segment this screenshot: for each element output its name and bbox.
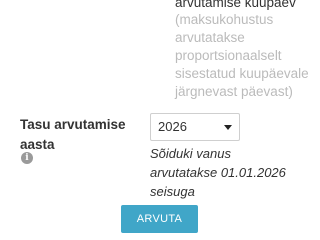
calc-date-hint-line: (maksukohustus — [175, 12, 274, 27]
vehicle-age-note-line: arvutatakse 01.01.2026 — [150, 165, 286, 180]
caret-down-icon — [224, 125, 232, 130]
calculate-button[interactable]: ARVUTA — [121, 205, 198, 233]
tax-year-selected-value: 2026 — [158, 119, 187, 134]
vehicle-age-note: Sõiduki vanus arvutatakse 01.01.2026 sei… — [150, 144, 300, 201]
calc-date-hint-line: proportsionaalselt — [175, 48, 282, 63]
calc-date-hint-line: arvutatakse — [175, 30, 245, 45]
calc-date-field-block: arvutamise kuupäev (maksukohustus arvuta… — [175, 0, 315, 101]
vehicle-age-note-line: Sõiduki vanus — [150, 146, 231, 161]
tax-year-select[interactable]: 2026 — [150, 113, 240, 141]
calc-date-label-end: arvutamise kuupäev — [175, 0, 296, 10]
calc-date-hint-line: sisestatud kuupäevale — [175, 66, 309, 81]
calc-date-hint-line: järgnevast päevast) — [175, 84, 293, 99]
tax-year-label: Tasu arvutamise aasta — [20, 117, 126, 152]
info-icon[interactable]: i — [21, 152, 33, 164]
vehicle-age-note-line: seisuga — [150, 184, 195, 199]
